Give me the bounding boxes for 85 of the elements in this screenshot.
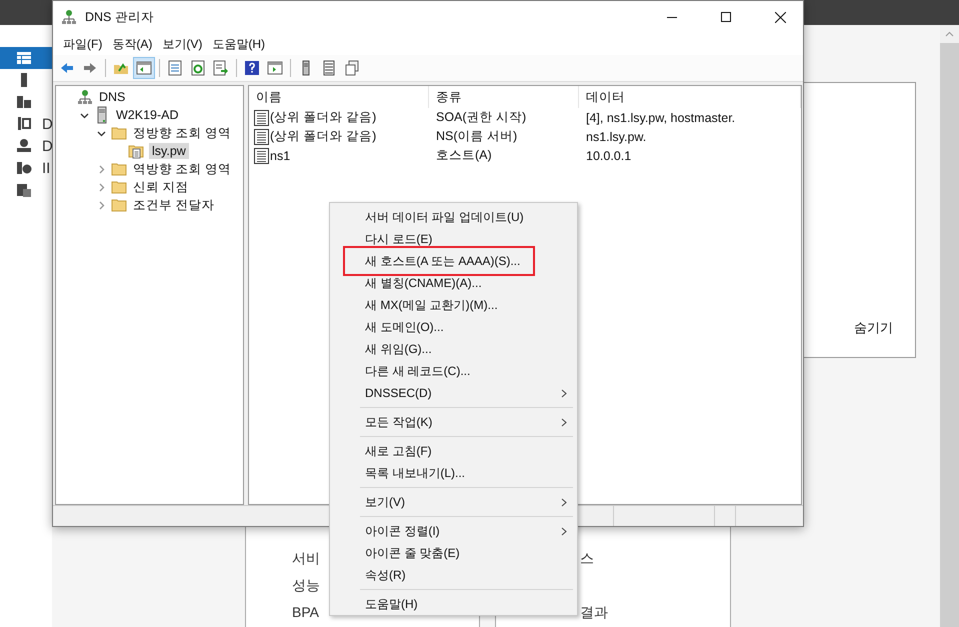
tree-item[interactable]: DNS [96, 89, 128, 105]
dns-network-icon [77, 89, 93, 105]
scrollbar[interactable] [940, 25, 959, 627]
tree-item[interactable]: W2K19-AD [113, 107, 182, 123]
tree-item[interactable]: 신뢰 지점 [130, 178, 192, 196]
menu-item[interactable]: 도움말(H) [207, 36, 270, 52]
context-menu-item[interactable]: 다른 새 레코드(C)... [332, 360, 575, 382]
record-type: NS(이름 서버) [435, 128, 518, 145]
context-menu-item[interactable]: 속성(R) [332, 564, 575, 586]
minimize-icon [667, 16, 677, 18]
maximize-icon [721, 12, 731, 22]
window-title: DNS 관리자 [85, 8, 155, 26]
tree-item[interactable]: lsy.pw [149, 143, 189, 159]
record-name[interactable]: ns1 [270, 148, 290, 162]
refresh-icon [190, 60, 206, 76]
expand-chevron-icon[interactable] [96, 164, 106, 174]
expand-chevron-icon[interactable] [96, 200, 106, 210]
context-menu-item[interactable]: 새 위임(G)... [332, 338, 575, 360]
help-icon [244, 60, 260, 76]
tile-item[interactable]: 스 [580, 549, 594, 567]
context-menu-item[interactable]: 서버 데이터 파일 업데이트(U) [332, 206, 575, 228]
folder-icon [111, 179, 127, 195]
hide-link[interactable]: 숨기기 [854, 319, 893, 337]
context-menu-item[interactable]: 아이콘 줄 맞춤(E) [332, 542, 575, 564]
record-icon [254, 148, 269, 164]
tree-item[interactable]: 정방향 조회 영역 [130, 124, 234, 142]
context-menu-item[interactable]: 새로 고침(F) [332, 440, 575, 462]
forward-arrow-icon [82, 60, 98, 76]
collapse-chevron-icon[interactable] [96, 128, 106, 138]
record-data: 10.0.0.1 [585, 148, 632, 162]
close-icon [774, 12, 786, 22]
toolbar-button[interactable] [133, 57, 155, 79]
tree-item[interactable]: 조건부 전달자 [130, 196, 218, 214]
dns-icon [16, 138, 32, 154]
dashboard-icon [16, 50, 32, 66]
record-icon [254, 128, 269, 144]
tree-item[interactable]: 역방향 조회 영역 [130, 160, 234, 178]
sidebar-item[interactable] [0, 47, 52, 69]
column-header[interactable]: 종류 [429, 86, 579, 108]
column-header[interactable]: 데이터 [579, 86, 801, 108]
dns-network-icon [61, 9, 77, 25]
sidebar-item[interactable]: II [0, 157, 52, 179]
action-pane-icon [267, 60, 283, 76]
tile-item[interactable]: 서비 [292, 549, 320, 567]
context-menu-item[interactable]: 모든 작업(K) [332, 411, 575, 433]
context-menu-item[interactable]: 목록 내보내기(L)... [332, 462, 575, 484]
record-name[interactable]: (상위 폴더와 같음) [270, 109, 376, 126]
record-icon [254, 110, 269, 126]
console-tree-icon [136, 60, 152, 76]
folder-icon [111, 197, 127, 213]
files-icon [16, 182, 32, 198]
record-data: [4], ns1.lsy.pw, hostmaster. [585, 110, 736, 124]
context-menu-item[interactable]: 새 MX(메일 교환기)(M)... [332, 294, 575, 316]
expand-chevron-icon[interactable] [96, 182, 106, 192]
sidebar-item[interactable]: D [0, 135, 52, 157]
context-menu-item[interactable]: 새 호스트(A 또는 AAAA)(S)... [343, 246, 535, 276]
context-menu-item[interactable]: 보기(V) [332, 491, 575, 513]
record-name[interactable]: (상위 폴더와 같음) [270, 128, 376, 145]
record-type: 호스트(A) [435, 147, 493, 164]
context-menu-item[interactable]: 아이콘 정렬(I) [332, 520, 575, 542]
menu-item[interactable]: 동작(A) [107, 36, 158, 52]
properties-icon [167, 60, 183, 76]
context-menu-item[interactable]: DNSSEC(D) [332, 382, 575, 404]
record-data: ns1.lsy.pw. [585, 130, 648, 144]
servers-icon [16, 94, 32, 110]
folder-icon [111, 161, 127, 177]
tile-item[interactable]: 결과 [580, 603, 608, 621]
export-list-icon [213, 60, 229, 76]
context-menu-item[interactable]: 새 도메인(O)... [332, 316, 575, 338]
folder-icon [111, 125, 127, 141]
iis-icon [16, 160, 32, 176]
tile-item[interactable]: BPA [292, 603, 319, 621]
copy-icon [344, 60, 360, 76]
zone-folder-icon [128, 143, 146, 159]
context-menu-item[interactable]: 도움말(H) [332, 593, 575, 615]
tools-icon [16, 116, 32, 132]
menu-item[interactable]: 보기(V) [157, 36, 208, 52]
sidebar-item[interactable]: D [0, 113, 52, 135]
record-type: SOA(권한 시작) [435, 109, 528, 126]
menu-item[interactable]: 파일(F) [58, 36, 108, 52]
column-header[interactable]: 이름 [249, 86, 429, 108]
list-icon [321, 60, 337, 76]
collapse-chevron-icon[interactable] [80, 110, 88, 120]
tile-item[interactable]: 성능 [292, 576, 320, 594]
back-arrow-icon [59, 60, 75, 76]
